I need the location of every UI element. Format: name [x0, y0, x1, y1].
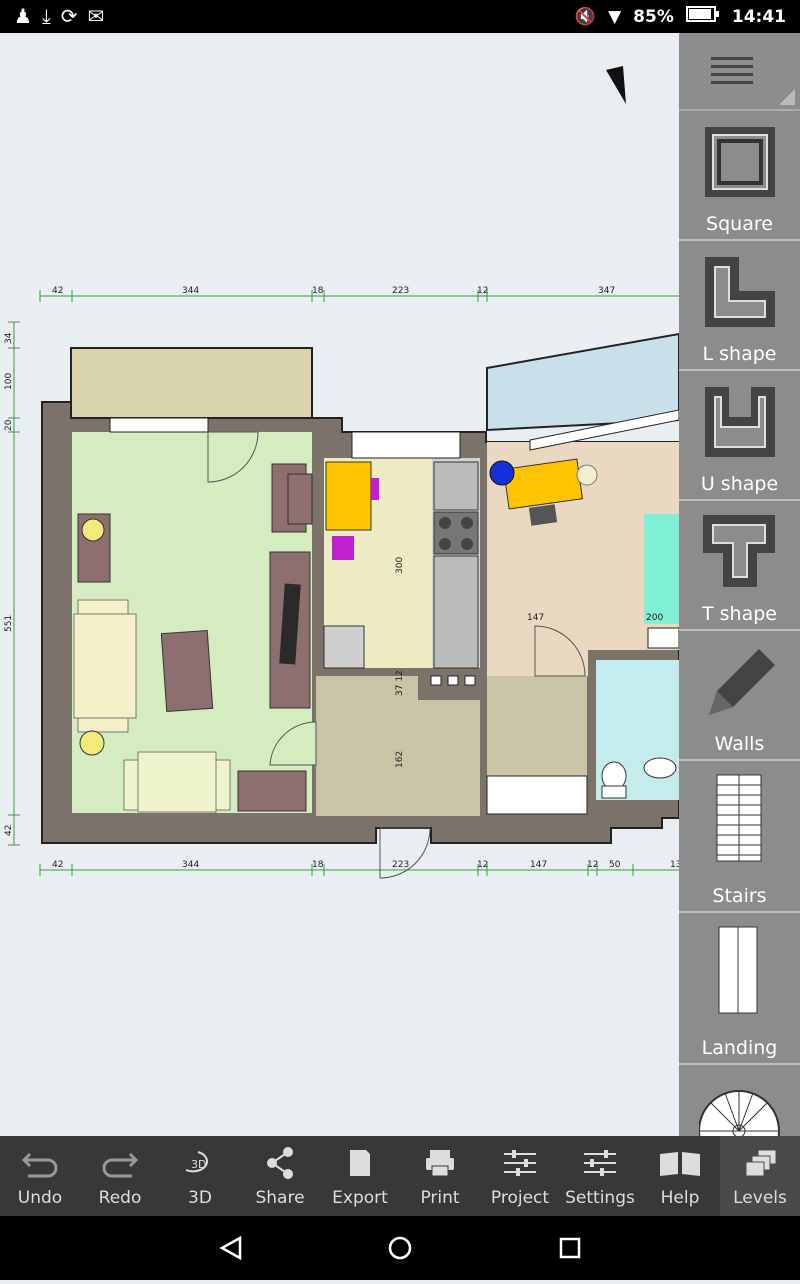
tool-t-shape[interactable]: T shape	[679, 501, 800, 631]
dim-top-2: 344	[182, 286, 199, 296]
dim-bottom-2: 344	[182, 860, 199, 870]
help-button[interactable]: Help	[640, 1136, 718, 1216]
book-icon	[660, 1152, 700, 1176]
menu-icon	[711, 57, 795, 105]
3d-rotate-icon: 3D	[185, 1151, 208, 1173]
sd-card-icon	[350, 1150, 370, 1176]
tool-square-label: Square	[706, 213, 773, 235]
pencil-icon	[709, 649, 775, 715]
landing-icon	[718, 926, 758, 1014]
settings-sliders-icon	[584, 1150, 616, 1176]
dim-bottom-4: 223	[392, 860, 409, 870]
layers-icon	[745, 1149, 777, 1177]
tool-l-shape[interactable]: L shape	[679, 241, 800, 371]
dim-kitchen-height: 300	[395, 557, 405, 574]
sync-icon: ⟳	[60, 4, 78, 28]
l-shape-icon	[705, 257, 775, 327]
tool-stairs[interactable]: Stairs	[679, 761, 800, 913]
clock: 14:41	[731, 6, 786, 27]
battery-icon	[685, 5, 720, 28]
dim-hall-height: 162	[395, 751, 405, 768]
tool-landing[interactable]: Landing	[679, 913, 800, 1065]
dim-top-6: 347	[598, 286, 615, 296]
dim-left-4: 551	[4, 615, 14, 632]
t-shape-icon	[703, 515, 775, 587]
print-button[interactable]: Print	[400, 1136, 480, 1216]
project-button[interactable]: Project	[480, 1136, 560, 1216]
sliders-icon	[504, 1150, 536, 1176]
dim-bottom-3: 18	[312, 860, 324, 870]
dim-left-1: 34	[4, 332, 14, 344]
settings-button[interactable]: Settings	[560, 1136, 640, 1216]
dim-bottom-8: 50	[609, 860, 621, 870]
home-icon[interactable]	[388, 1236, 412, 1260]
redo-button[interactable]: Redo	[80, 1136, 160, 1216]
system-nav-bar	[0, 1216, 800, 1280]
download-icon: ⤓	[41, 4, 51, 28]
bottom-toolbar: Undo Redo 3D 3D Share Export Print Proje…	[0, 1136, 800, 1216]
menu-button[interactable]	[679, 33, 800, 111]
printer-icon	[426, 1150, 454, 1177]
dim-top-4: 223	[392, 286, 409, 296]
tool-square[interactable]: Square	[679, 111, 800, 241]
wifi-icon: ▼	[608, 6, 622, 27]
tool-sidebar: Square L shape U shape T shape Walls Sta…	[679, 33, 800, 1136]
recents-icon[interactable]	[559, 1237, 581, 1259]
u-shape-icon	[705, 387, 775, 457]
tool-spiral-stairs[interactable]	[679, 1065, 800, 1136]
compass-icon	[606, 66, 626, 104]
tool-stairs-label: Stairs	[712, 885, 767, 907]
floor-plan-canvas[interactable]: 42 344 18 223 12 347 42 344 18 223 12 14…	[0, 33, 679, 1136]
tool-t-shape-label: T shape	[702, 603, 777, 625]
dim-top-1: 42	[52, 286, 63, 296]
balcony[interactable]	[70, 347, 313, 419]
3d-button[interactable]: 3D 3D	[160, 1136, 240, 1216]
tool-landing-label: Landing	[701, 1037, 778, 1059]
undo-icon	[21, 1152, 58, 1178]
dim-bottom-6: 147	[530, 860, 547, 870]
person-icon: ♟	[14, 4, 32, 28]
redo-icon	[102, 1152, 139, 1178]
tool-u-shape[interactable]: U shape	[679, 371, 800, 501]
dim-bottom-1: 42	[52, 860, 63, 870]
dim-left-3: 20	[4, 419, 14, 431]
share-icon	[267, 1147, 293, 1179]
stairs-icon	[716, 774, 762, 862]
tool-walls[interactable]: Walls	[679, 631, 800, 761]
dim-bottom-7: 12	[587, 860, 598, 870]
dim-top-3: 18	[312, 286, 324, 296]
dim-room-width: 147	[527, 613, 544, 623]
export-button[interactable]: Export	[320, 1136, 400, 1216]
mail-icon: ✉	[87, 4, 105, 28]
square-shape-icon	[705, 127, 775, 197]
tool-l-shape-label: L shape	[702, 343, 777, 365]
dim-left-5: 42	[4, 825, 14, 836]
floor-plan[interactable]: 42 344 18 223 12 347 42 344 18 223 12 14…	[0, 33, 679, 1136]
svg-text:3D: 3D	[191, 1158, 206, 1171]
dim-kitchen-small: 37 12	[395, 670, 405, 696]
tool-walls-label: Walls	[714, 733, 765, 755]
share-button[interactable]: Share	[240, 1136, 320, 1216]
dim-left-2: 100	[4, 373, 14, 390]
status-bar: ♟ ⤓ ⟳ ✉ 🔇 ▼ 85% 14:41	[0, 0, 800, 33]
mute-icon: 🔇	[574, 6, 597, 27]
dim-bottom-9: 13	[670, 860, 679, 870]
dim-top-5: 12	[477, 286, 488, 296]
back-icon[interactable]	[219, 1235, 242, 1261]
dim-bottom-5: 12	[477, 860, 488, 870]
dim-bath-width: 200	[646, 613, 663, 623]
tool-u-shape-label: U shape	[700, 473, 779, 495]
undo-button[interactable]: Undo	[0, 1136, 80, 1216]
levels-button[interactable]: Levels	[720, 1136, 800, 1216]
spiral-stairs-icon	[699, 1090, 780, 1136]
battery-percent: 85%	[633, 6, 674, 27]
